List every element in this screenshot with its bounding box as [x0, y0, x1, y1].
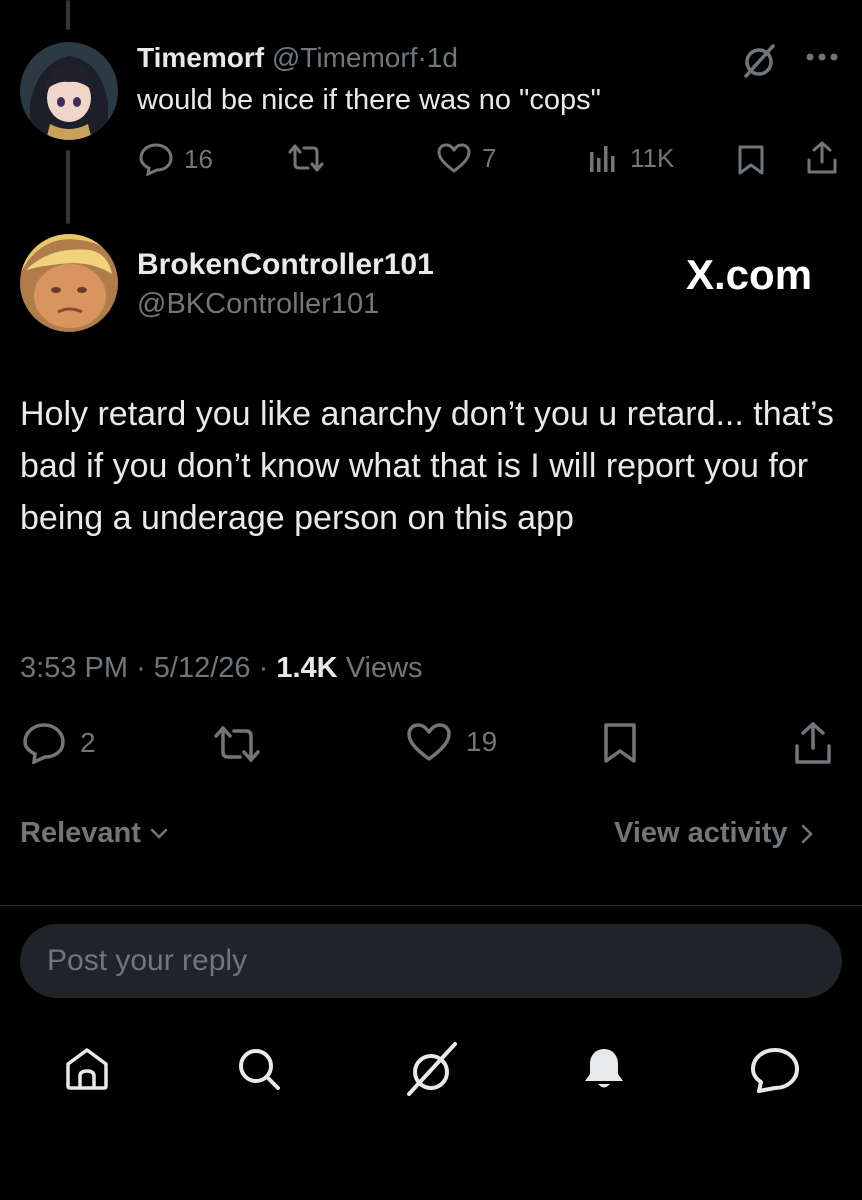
- home-icon: [66, 1048, 108, 1090]
- more-icon[interactable]: [805, 52, 839, 62]
- parent-reply-count: 16: [184, 143, 213, 174]
- chevron-down-icon: [149, 827, 169, 841]
- grok-icon: [407, 1042, 457, 1096]
- parent-retweet-button[interactable]: [286, 142, 326, 174]
- main-reply-button[interactable]: 2: [22, 722, 96, 764]
- main-views-label[interactable]: Views: [346, 652, 423, 684]
- parent-avatar[interactable]: [20, 42, 118, 140]
- parent-share-button[interactable]: [806, 140, 838, 176]
- main-bookmark-button[interactable]: [602, 722, 638, 764]
- search-icon: [239, 1049, 280, 1090]
- parent-display-name[interactable]: Timemorf: [137, 42, 264, 73]
- parent-text: would be nice if there was no "cops": [137, 84, 601, 116]
- main-time[interactable]: 3:53 PM: [20, 652, 128, 684]
- retweet-icon: [286, 142, 326, 174]
- main-date[interactable]: 5/12/26: [154, 652, 251, 684]
- parent-handle[interactable]: @Timemorf: [272, 42, 418, 73]
- main-tweet-text: Holy retard you like anarchy don’t you u…: [20, 395, 834, 537]
- main-meta: 3:53 PM · 5/12/26 · 1.4K Views: [20, 652, 423, 685]
- share-icon: [807, 141, 837, 174]
- nav-grok[interactable]: [403, 1040, 459, 1098]
- main-sep2: ·: [258, 652, 269, 684]
- main-like-count: 19: [466, 726, 498, 757]
- main-avatar[interactable]: [20, 234, 118, 332]
- nav-messages[interactable]: [749, 1046, 801, 1094]
- main-display-name[interactable]: BrokenController101: [137, 248, 434, 282]
- x-watermark: X.com: [686, 251, 812, 299]
- parent-separator: ·: [417, 42, 427, 73]
- reply-icon: [22, 722, 66, 764]
- x-watermark-text: X.com: [686, 251, 813, 298]
- grok-icon[interactable]: [740, 42, 778, 80]
- like-icon: [436, 142, 472, 174]
- main-reply-count: 2: [80, 727, 96, 758]
- divider: [0, 905, 862, 906]
- parent-like-count: 7: [482, 142, 497, 173]
- parent-reply-button[interactable]: 16: [138, 142, 213, 176]
- main-like-button[interactable]: 19: [406, 722, 497, 762]
- reply-icon: [138, 142, 174, 176]
- main-retweet-button[interactable]: [212, 724, 262, 764]
- main-sep1: ·: [136, 652, 146, 684]
- nav-home[interactable]: [64, 1046, 110, 1092]
- thread-line-bottom: [66, 150, 70, 224]
- sort-label: Relevant: [20, 817, 141, 849]
- nav-search[interactable]: [236, 1046, 282, 1092]
- main-share-button[interactable]: [793, 720, 833, 766]
- bell-icon: [585, 1049, 623, 1088]
- share-icon: [795, 722, 831, 764]
- reply-input[interactable]: Post your reply: [20, 924, 842, 998]
- sort-dropdown[interactable]: Relevant: [20, 817, 169, 850]
- message-icon: [751, 1048, 799, 1093]
- parent-bookmark-button[interactable]: [736, 144, 766, 176]
- reply-placeholder: Post your reply: [47, 944, 248, 977]
- main-views-count[interactable]: 1.4K: [276, 652, 337, 684]
- main-handle[interactable]: @BKController101: [137, 288, 379, 321]
- like-icon: [406, 722, 452, 762]
- retweet-icon: [214, 726, 260, 762]
- thread-line-top: [66, 0, 70, 30]
- parent-like-button[interactable]: 7: [436, 142, 496, 174]
- bookmark-icon: [738, 145, 764, 175]
- view-activity-label: View activity: [614, 817, 788, 849]
- parent-time[interactable]: 1d: [427, 42, 458, 73]
- nav-notifications[interactable]: [583, 1046, 625, 1092]
- parent-views-button[interactable]: 11K: [588, 142, 674, 174]
- views-icon: [588, 142, 620, 174]
- chevron-right-icon: [800, 823, 814, 845]
- view-activity-link[interactable]: View activity: [614, 817, 814, 850]
- parent-views-count: 11K: [630, 142, 675, 173]
- bookmark-icon: [604, 723, 636, 763]
- parent-header: Timemorf @Timemorf·1d: [137, 42, 458, 74]
